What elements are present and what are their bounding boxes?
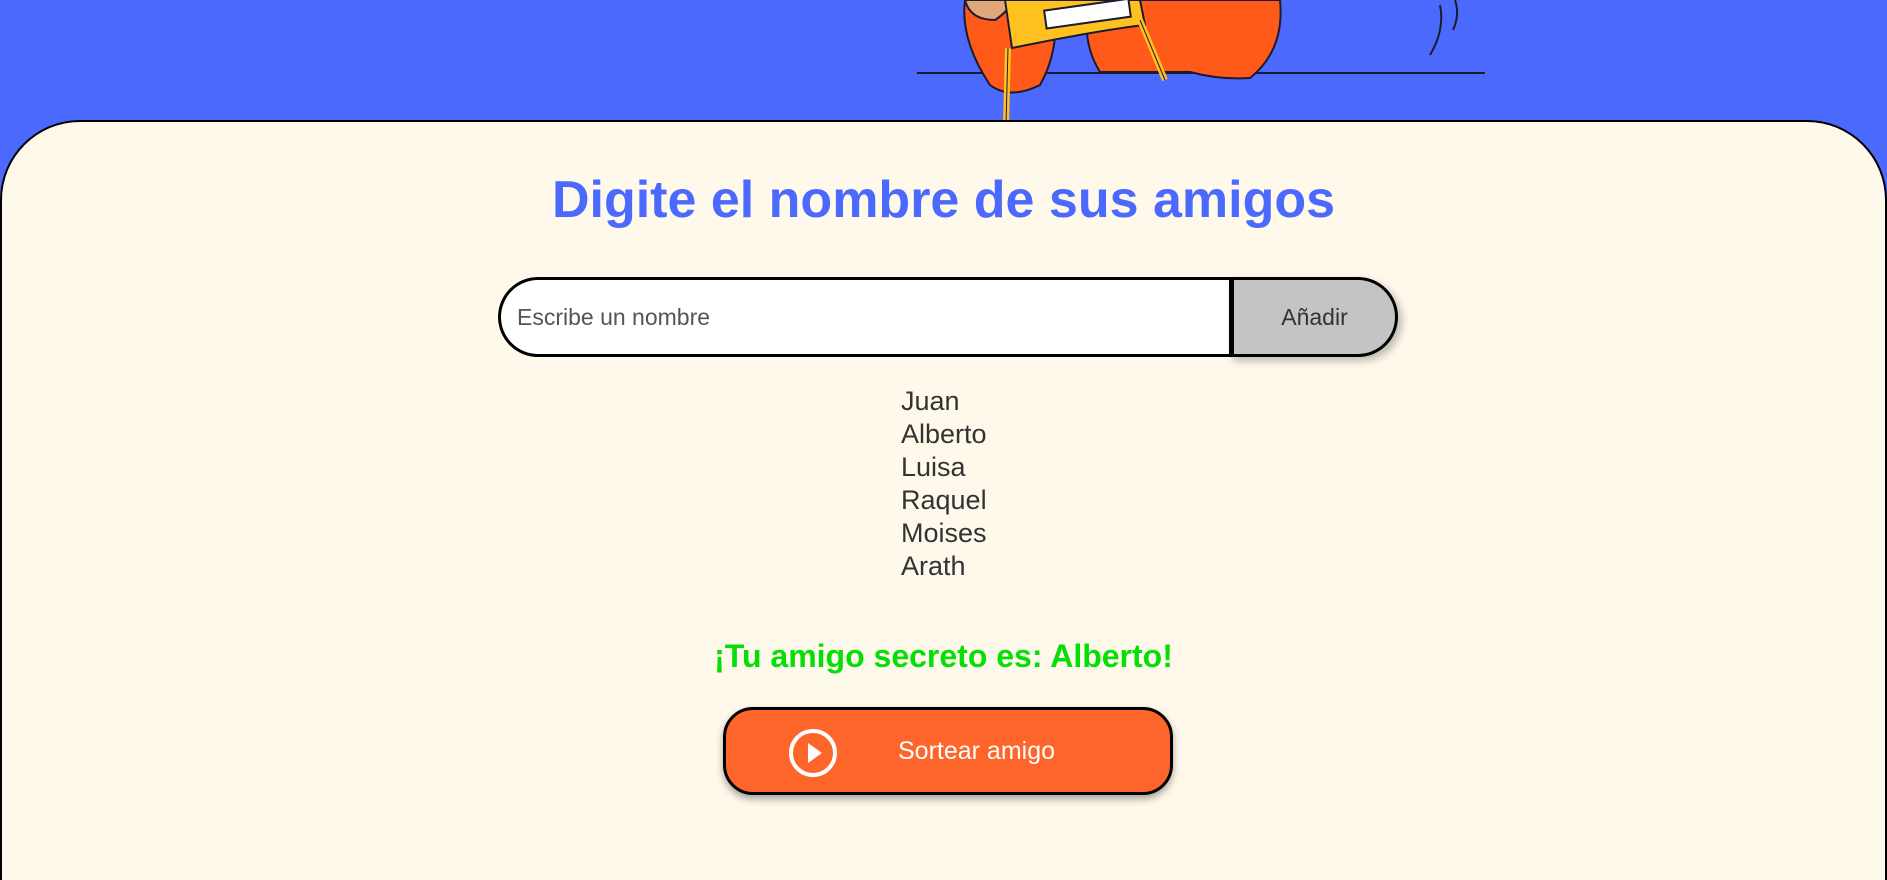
list-item: Moises [901, 518, 987, 548]
list-item: Raquel [901, 485, 987, 515]
header-banner [0, 0, 1887, 125]
list-item: Arath [901, 551, 966, 581]
friend-name-input[interactable] [498, 277, 1229, 357]
list-item: Juan [901, 386, 960, 416]
play-circle-icon [789, 729, 837, 777]
add-friend-form: Añadir [498, 277, 1398, 357]
list-item: Luisa [901, 452, 966, 482]
page-title: Digite el nombre de sus amigos [551, 171, 1336, 229]
add-button[interactable]: Añadir [1229, 277, 1398, 357]
draw-button-label: Sortear amigo [898, 737, 1056, 765]
result-text: ¡Tu amigo secreto es: Alberto! [714, 638, 1173, 674]
draw-friend-button[interactable]: Sortear amigo [723, 707, 1173, 795]
list-item: Alberto [901, 419, 987, 449]
friends-list: Juan Alberto Luisa Raquel Moises Arath [901, 385, 987, 583]
person-reading-illustration [917, 0, 1485, 125]
